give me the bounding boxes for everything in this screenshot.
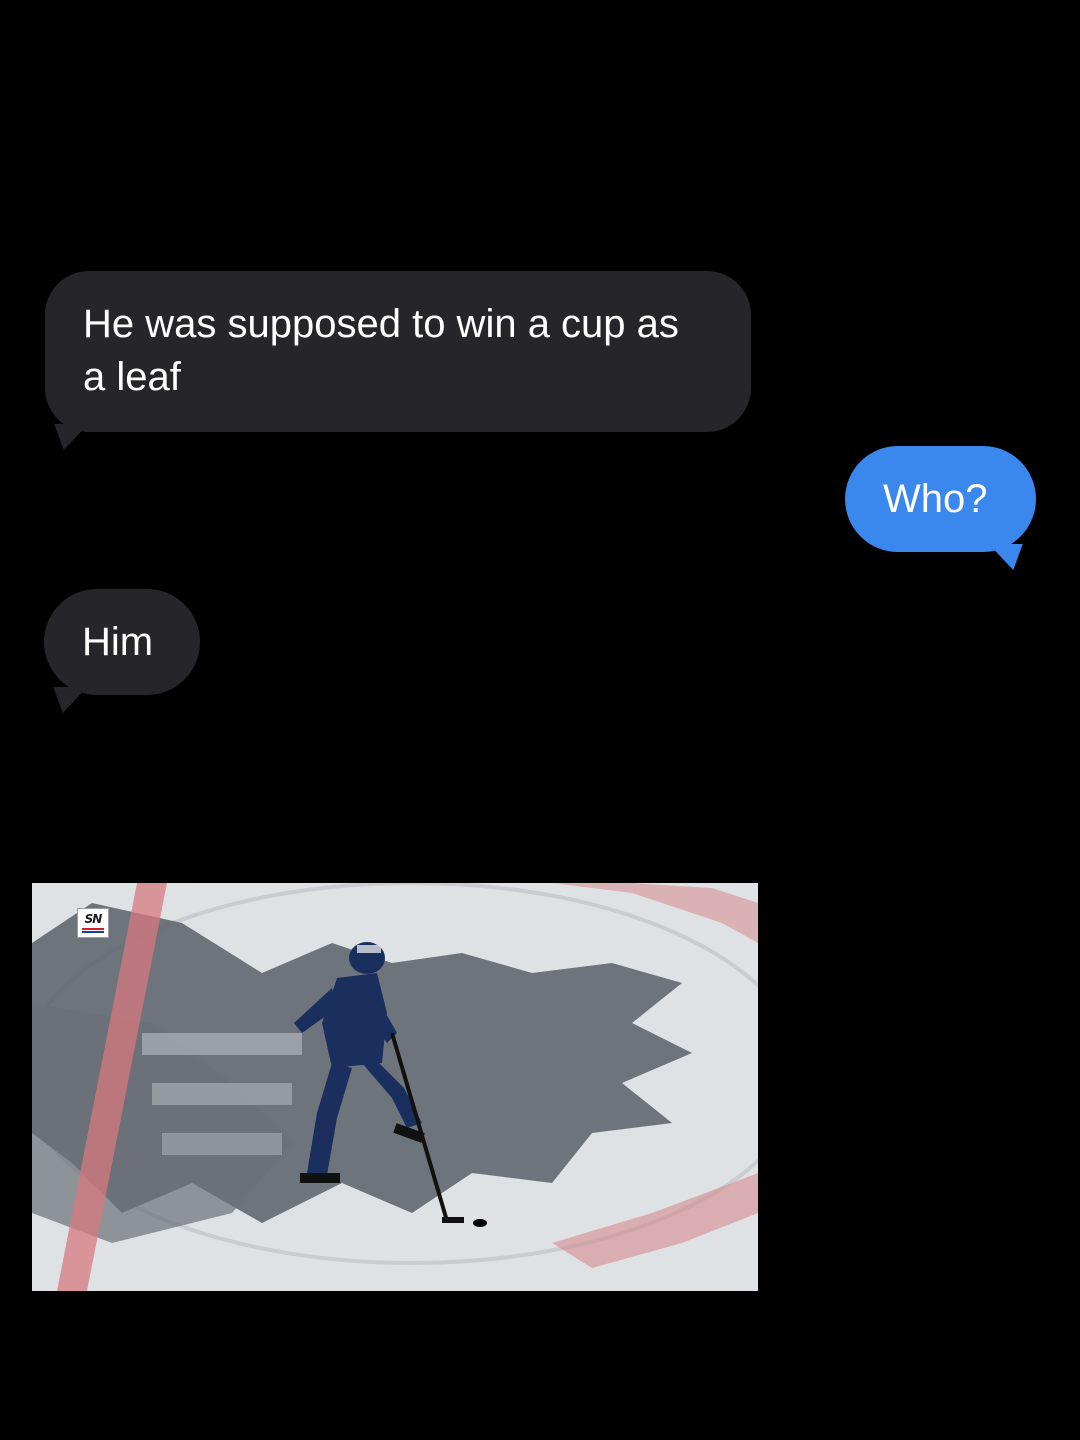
incoming-message-bubble[interactable]: He was supposed to win a cup as a leaf bbox=[45, 271, 751, 450]
sportsnet-logo-icon: SN bbox=[77, 908, 109, 938]
bubble-tail bbox=[979, 544, 1023, 570]
outgoing-message-bubble[interactable]: Who? bbox=[845, 446, 1036, 570]
hockey-rink-frame bbox=[32, 883, 758, 1291]
logo-stripe bbox=[82, 931, 104, 933]
logo-stripe bbox=[82, 928, 104, 930]
bubble-tail bbox=[54, 424, 98, 450]
message-text: He was supposed to win a cup as a leaf bbox=[83, 302, 679, 399]
video-attachment[interactable]: SN bbox=[32, 883, 758, 1291]
message-text: Him bbox=[82, 620, 154, 664]
bubble-tail bbox=[53, 687, 97, 713]
message-text: Who? bbox=[883, 477, 988, 521]
broadcaster-logo-text: SN bbox=[84, 912, 103, 926]
incoming-message-bubble[interactable]: Him bbox=[44, 589, 200, 713]
